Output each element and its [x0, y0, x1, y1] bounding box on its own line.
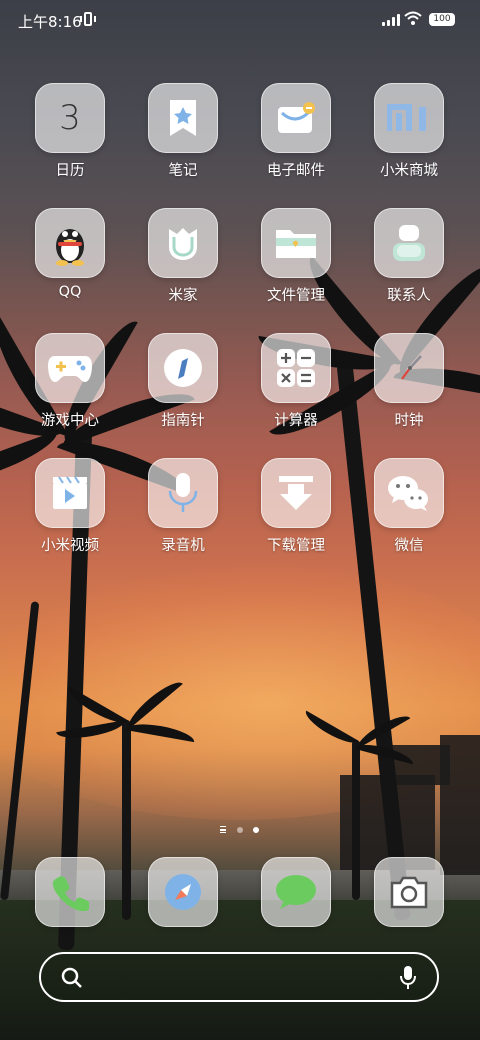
- app-label: 计算器: [274, 413, 318, 429]
- home-screen: 上午8:16 100 3 日历 笔记 电子邮件 小米商城 QQ 米家 文件管理 …: [0, 0, 480, 1040]
- app-notes[interactable]: 笔记: [133, 83, 233, 193]
- app-clock[interactable]: 时钟: [359, 333, 459, 443]
- page-dot[interactable]: [237, 827, 243, 833]
- calendar-icon: 3: [35, 83, 105, 153]
- app-label: 游戏中心: [41, 413, 99, 429]
- app-label: 时钟: [394, 413, 424, 429]
- app-game-center[interactable]: 游戏中心: [20, 333, 120, 443]
- app-label: 小米商城: [380, 163, 438, 179]
- gamepad-icon: [35, 333, 105, 403]
- app-recorder[interactable]: 录音机: [133, 458, 233, 568]
- page-indicator: [220, 825, 264, 835]
- qq-penguin-icon: [35, 208, 105, 278]
- page-dot-active[interactable]: [253, 827, 259, 833]
- app-label: 指南针: [161, 413, 205, 429]
- app-label: 录音机: [161, 538, 205, 554]
- app-calculator[interactable]: 计算器: [246, 333, 346, 443]
- wifi-icon: [404, 11, 422, 25]
- app-email[interactable]: 电子邮件: [246, 83, 346, 193]
- app-label: 文件管理: [267, 288, 325, 304]
- search-bar[interactable]: [39, 952, 439, 1002]
- message-bubble-icon: [261, 857, 331, 927]
- phone-icon: [35, 857, 105, 927]
- app-label: 日历: [55, 163, 85, 179]
- contacts-icon: [374, 208, 444, 278]
- signal-icon: [382, 14, 400, 26]
- app-label: 电子邮件: [267, 163, 325, 179]
- app-label: 小米视频: [41, 538, 99, 554]
- calendar-day: 3: [59, 98, 81, 138]
- app-contacts[interactable]: 联系人: [359, 208, 459, 318]
- app-label: 下载管理: [267, 538, 325, 554]
- app-label: 米家: [168, 288, 198, 304]
- microphone-icon: [148, 458, 218, 528]
- wallpaper-palm-trunk: [122, 720, 131, 920]
- folder-icon: [261, 208, 331, 278]
- dock-camera[interactable]: [359, 857, 459, 932]
- mijia-icon: [148, 208, 218, 278]
- dock-phone[interactable]: [20, 857, 120, 932]
- app-mi-video[interactable]: 小米视频: [20, 458, 120, 568]
- status-bar: 上午8:16 100: [0, 0, 480, 40]
- camera-icon: [374, 857, 444, 927]
- search-icon: [61, 967, 82, 988]
- app-downloads[interactable]: 下载管理: [246, 458, 346, 568]
- compass-browser-icon: [148, 857, 218, 927]
- email-icon: [261, 83, 331, 153]
- dock-browser[interactable]: [133, 857, 233, 932]
- app-compass[interactable]: 指南针: [133, 333, 233, 443]
- wallpaper-building: [440, 735, 480, 875]
- app-mi-store[interactable]: 小米商城: [359, 83, 459, 193]
- wechat-icon: [374, 458, 444, 528]
- app-label: 联系人: [387, 288, 431, 304]
- status-time: 上午8:16: [18, 13, 82, 31]
- menu-lines-icon: [220, 829, 226, 831]
- app-mijia[interactable]: 米家: [133, 208, 233, 318]
- app-label: QQ: [58, 284, 82, 300]
- vibrate-icon: [80, 12, 96, 26]
- app-wechat[interactable]: 微信: [359, 458, 459, 568]
- calculator-icon: [261, 333, 331, 403]
- app-file-manager[interactable]: 文件管理: [246, 208, 346, 318]
- mi-store-icon: [374, 83, 444, 153]
- notes-icon: [148, 83, 218, 153]
- microphone-icon[interactable]: [399, 965, 417, 991]
- app-calendar[interactable]: 3 日历: [20, 83, 120, 193]
- app-qq[interactable]: QQ: [20, 208, 120, 318]
- app-label: 微信: [394, 538, 424, 554]
- compass-icon: [148, 333, 218, 403]
- video-icon: [35, 458, 105, 528]
- download-icon: [261, 458, 331, 528]
- dock-messages[interactable]: [246, 857, 346, 932]
- app-label: 笔记: [168, 163, 198, 179]
- battery-icon: 100: [429, 13, 455, 26]
- clock-icon: [374, 333, 444, 403]
